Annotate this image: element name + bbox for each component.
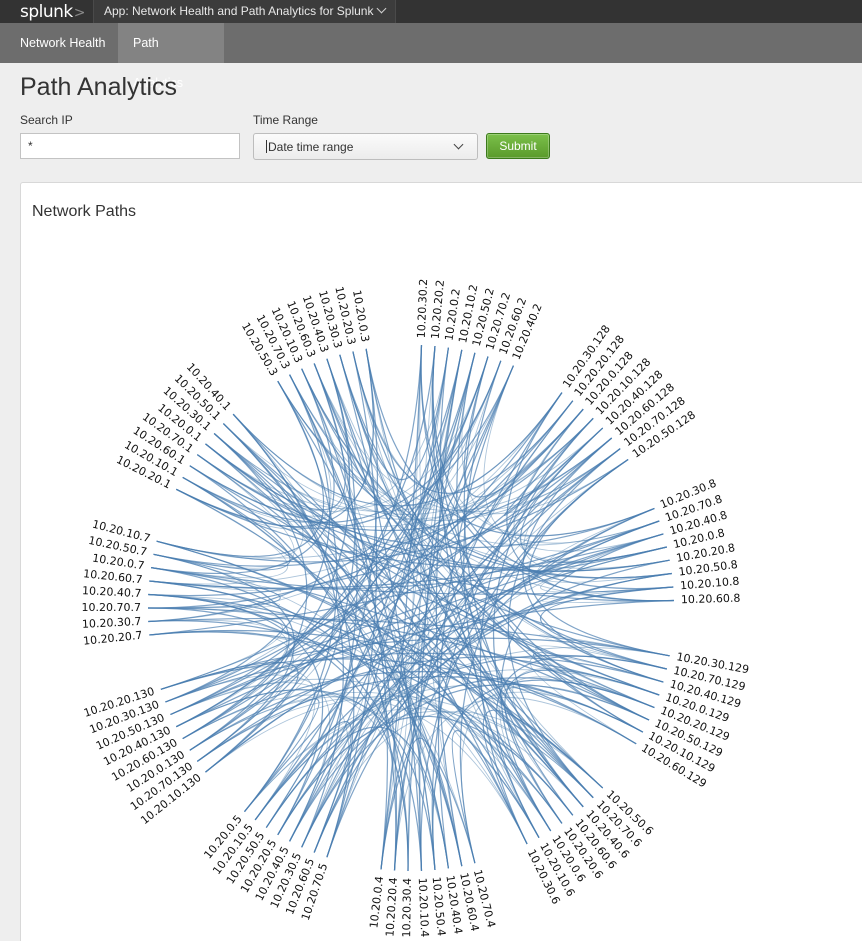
node-label[interactable]: 10.20.30.4: [400, 878, 414, 938]
path-link[interactable]: [432, 346, 674, 590]
network-paths-chord-diagram: 10.20.30.210.20.20.210.20.0.210.20.10.21…: [82, 278, 751, 938]
chevron-down-icon: [453, 139, 464, 150]
nav-item-network-health[interactable]: Network Health: [5, 23, 120, 63]
app-nav-bar: Network Health Path Analytics: [0, 23, 862, 90]
text-cursor: [266, 140, 267, 154]
node-label[interactable]: 10.20.30.2: [415, 278, 430, 338]
chevron-down-icon: [377, 3, 387, 14]
nav-item-path-analytics[interactable]: Path Analytics: [118, 23, 224, 90]
node-label[interactable]: 10.20.20.7: [83, 629, 144, 648]
time-range-value: Date time range: [268, 140, 354, 154]
node-label[interactable]: 10.20.40.7: [82, 584, 142, 600]
node-label[interactable]: 10.20.20.4: [383, 877, 400, 937]
splunk-logo[interactable]: splunk>: [20, 2, 86, 22]
node-label[interactable]: 10.20.60.8: [681, 592, 741, 607]
network-paths-panel: Network Paths 10.20.30.2 10.20.20.2 10.20.…: [20, 182, 862, 941]
logo-text: splunk: [20, 2, 73, 22]
chord-links: [147, 345, 674, 872]
submit-button[interactable]: Submit: [486, 133, 550, 159]
search-ip-input[interactable]: [20, 133, 240, 159]
top-bar: splunk> App: Network Health and Path Ana…: [0, 0, 862, 23]
search-ip-label: Search IP: [20, 113, 73, 127]
app-menu-label: App: Network Health and Path Analytics f…: [104, 4, 374, 18]
node-label[interactable]: 10.20.0.4: [367, 875, 386, 929]
time-range-label: Time Range: [253, 113, 318, 127]
node-label[interactable]: 10.20.10.4: [416, 878, 431, 938]
path-link[interactable]: [504, 669, 660, 824]
node-label[interactable]: 10.20.70.7: [82, 601, 141, 614]
logo-chevron: >: [73, 5, 86, 21]
app-menu[interactable]: App: Network Health and Path Analytics f…: [93, 0, 397, 23]
node-label[interactable]: 10.20.30.7: [82, 615, 142, 631]
path-link[interactable]: [223, 417, 594, 515]
path-link[interactable]: [313, 448, 621, 853]
page-title: Path Analytics: [20, 73, 178, 101]
time-range-dropdown[interactable]: Date time range: [253, 133, 478, 160]
